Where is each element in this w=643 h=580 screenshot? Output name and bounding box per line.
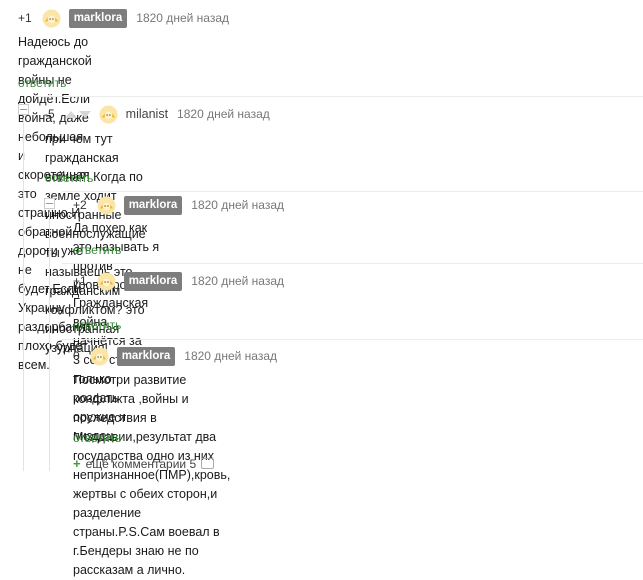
username-badge[interactable]: marklora <box>116 346 176 366</box>
avatar-icon[interactable] <box>42 9 61 28</box>
thread-line <box>23 118 24 471</box>
username-badge[interactable]: marklora <box>68 8 128 28</box>
arrow-down-icon[interactable] <box>78 110 91 118</box>
comment-text-line: разделение страны.P.S.Сам воевал в г.Бен… <box>73 506 220 577</box>
reply-link[interactable]: ответить <box>45 171 93 185</box>
comment-header: +1 marklora 1820 дней назад <box>18 8 229 28</box>
comment-date[interactable]: 1820 дней назад <box>136 11 229 25</box>
comment-rating: 0 <box>73 349 80 363</box>
comment-date[interactable]: 1820 дней назад <box>184 349 277 363</box>
comment-date[interactable]: 1820 дней назад <box>191 274 284 288</box>
comment-header: +1 marklora 1820 дней назад <box>73 271 284 291</box>
reply-link[interactable]: ответить <box>18 76 66 90</box>
vote-controls <box>64 110 91 118</box>
comment-rating: +1 <box>18 11 32 25</box>
comment-header: +2 marklora 1820 дней назад <box>73 195 284 215</box>
comment-header: 0 marklora 1820 дней назад <box>73 346 277 366</box>
collapse-icon[interactable] <box>44 198 55 209</box>
collapse-icon[interactable] <box>18 104 29 115</box>
avatar-icon[interactable] <box>97 272 116 291</box>
comment-header: -5 milanist 1820 дней назад <box>44 104 270 124</box>
comment-date[interactable]: 1820 дней назад <box>177 107 270 121</box>
avatar-icon[interactable] <box>90 347 109 366</box>
username-badge[interactable]: marklora <box>123 195 183 215</box>
username[interactable]: milanist <box>126 107 168 121</box>
reply-link[interactable]: ответить <box>73 243 121 257</box>
avatar-icon[interactable] <box>97 196 116 215</box>
divider <box>36 96 643 97</box>
reply-link[interactable]: ответить <box>73 431 121 445</box>
more-comments-label[interactable]: ещё комментарии 5 <box>86 457 197 471</box>
comment-rating: +2 <box>73 198 87 212</box>
divider <box>62 263 643 264</box>
comment-text: Посмотри развитие конфликта ,войны и пос… <box>73 371 230 580</box>
reply-link[interactable]: ответить <box>73 318 121 332</box>
thread-line <box>49 212 50 471</box>
comment-rating: -5 <box>44 107 55 121</box>
comment-bubble-icon <box>201 458 215 469</box>
comment-rating: +1 <box>73 274 87 288</box>
plus-icon: + <box>73 456 81 471</box>
divider <box>62 191 643 192</box>
avatar-icon[interactable] <box>99 105 118 124</box>
divider <box>62 339 643 340</box>
username-badge[interactable]: marklora <box>123 271 183 291</box>
comment-date[interactable]: 1820 дней назад <box>191 198 284 212</box>
arrow-up-icon[interactable] <box>64 110 77 118</box>
more-comments-link[interactable]: + ещё комментарии 5 <box>73 456 215 471</box>
